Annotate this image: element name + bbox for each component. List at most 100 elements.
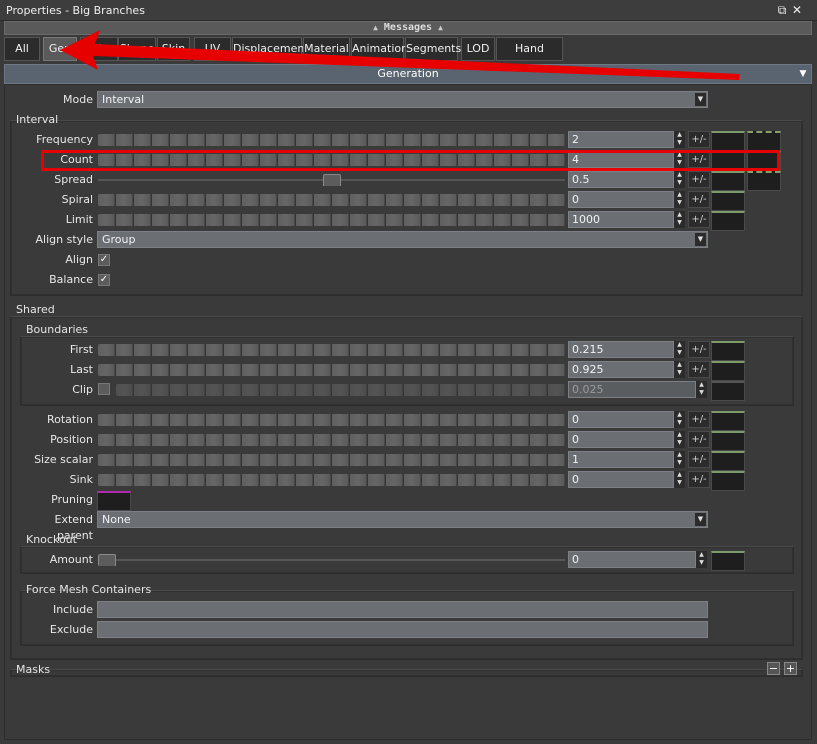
frequency-input[interactable]: 2 bbox=[568, 131, 674, 148]
position-input[interactable]: 0 bbox=[568, 431, 674, 448]
add-mask-button[interactable]: + bbox=[784, 662, 797, 675]
curve-swatch[interactable] bbox=[711, 551, 745, 571]
curve-swatch[interactable] bbox=[711, 471, 745, 491]
curve-swatch-dashed[interactable] bbox=[747, 131, 781, 151]
curve-swatch[interactable] bbox=[711, 341, 745, 361]
pruning-label: Pruning bbox=[51, 493, 93, 506]
chevron-down-icon: ▼ bbox=[695, 233, 706, 246]
tab-all[interactable]: All bbox=[4, 37, 40, 61]
spread-label: Spread bbox=[54, 173, 93, 186]
sink-slider[interactable] bbox=[98, 474, 565, 486]
curve-swatch[interactable] bbox=[711, 411, 745, 431]
plus-minus-button[interactable]: +/- bbox=[688, 361, 710, 378]
spin-arrows-icon[interactable]: ▲ ▼ bbox=[674, 341, 685, 358]
last-label: Last bbox=[70, 363, 93, 376]
curve-swatch[interactable] bbox=[711, 451, 745, 471]
plus-minus-button[interactable]: +/- bbox=[688, 411, 710, 428]
plus-minus-button[interactable]: +/- bbox=[688, 471, 710, 488]
curve-swatch[interactable] bbox=[711, 171, 745, 191]
spin-arrows-icon[interactable]: ▲ ▼ bbox=[674, 171, 685, 188]
slider-thumb[interactable] bbox=[98, 554, 116, 566]
spin-arrows-icon[interactable]: ▲ ▼ bbox=[674, 451, 685, 468]
include-field[interactable] bbox=[97, 601, 708, 618]
align-style-select[interactable]: Group ▼ bbox=[97, 231, 708, 248]
spin-arrows-icon[interactable]: ▲ ▼ bbox=[674, 411, 685, 428]
clip-checkbox[interactable] bbox=[98, 383, 110, 395]
spin-arrows-icon[interactable]: ▲ ▼ bbox=[696, 551, 707, 568]
spin-arrows-icon[interactable]: ▲ ▼ bbox=[696, 381, 707, 398]
frequency-slider[interactable] bbox=[98, 134, 565, 146]
spin-arrows-icon[interactable]: ▲ ▼ bbox=[674, 211, 685, 228]
plus-minus-button[interactable]: +/- bbox=[688, 431, 710, 448]
clip-slider[interactable] bbox=[116, 384, 565, 396]
sink-input[interactable]: 0 bbox=[568, 471, 674, 488]
exclude-field[interactable] bbox=[97, 621, 708, 638]
curve-swatch[interactable] bbox=[711, 131, 745, 151]
plus-minus-button[interactable]: +/- bbox=[688, 171, 710, 188]
align-label: Align bbox=[65, 253, 93, 266]
plus-minus-button[interactable]: +/- bbox=[688, 191, 710, 208]
size-scalar-input[interactable]: 1 bbox=[568, 451, 674, 468]
limit-input[interactable]: 1000 bbox=[568, 211, 674, 228]
amount-slider[interactable] bbox=[98, 554, 565, 566]
limit-slider[interactable] bbox=[98, 214, 565, 226]
spiral-slider[interactable] bbox=[98, 194, 565, 206]
first-input[interactable]: 0.215 bbox=[568, 341, 674, 358]
spread-slider[interactable] bbox=[98, 174, 565, 186]
spin-arrows-icon[interactable]: ▲ ▼ bbox=[674, 191, 685, 208]
curve-swatch[interactable] bbox=[711, 191, 745, 211]
curve-swatch[interactable] bbox=[711, 211, 745, 231]
curve-swatch[interactable] bbox=[711, 361, 745, 381]
force-mesh-title: Force Mesh Containers bbox=[26, 583, 152, 596]
plus-minus-button[interactable]: +/- bbox=[688, 341, 710, 358]
plus-minus-button[interactable]: +/- bbox=[688, 211, 710, 228]
include-label: Include bbox=[52, 603, 93, 616]
size-scalar-slider[interactable] bbox=[98, 454, 565, 466]
clip-input[interactable]: 0.025 bbox=[568, 381, 696, 398]
dropdown-arrow-icon[interactable]: ▼ bbox=[797, 67, 809, 81]
spread-input[interactable]: 0.5 bbox=[568, 171, 674, 188]
spin-arrows-icon[interactable]: ▲ ▼ bbox=[674, 431, 685, 448]
spiral-input[interactable]: 0 bbox=[568, 191, 674, 208]
masks-group bbox=[10, 669, 803, 677]
limit-label: Limit bbox=[65, 213, 93, 226]
rotation-slider[interactable] bbox=[98, 414, 565, 426]
exclude-label: Exclude bbox=[49, 623, 93, 636]
position-label: Position bbox=[50, 433, 93, 446]
chevron-down-icon: ▼ bbox=[695, 93, 706, 106]
curve-swatch-dashed[interactable] bbox=[747, 171, 781, 191]
align-checkbox[interactable]: ✓ bbox=[98, 254, 110, 266]
spin-arrows-icon[interactable]: ▲ ▼ bbox=[674, 131, 685, 148]
first-slider[interactable] bbox=[98, 344, 565, 356]
last-slider[interactable] bbox=[98, 364, 565, 376]
mode-select[interactable]: Interval ▼ bbox=[97, 91, 708, 108]
count-highlight-box bbox=[41, 150, 780, 171]
rotation-label: Rotation bbox=[46, 413, 93, 426]
knockout-title: Knockout bbox=[26, 533, 77, 546]
spin-arrows-icon[interactable]: ▲ ▼ bbox=[674, 471, 685, 488]
balance-checkbox[interactable]: ✓ bbox=[98, 274, 110, 286]
amount-input[interactable]: 0 bbox=[568, 551, 696, 568]
slider-thumb[interactable] bbox=[323, 174, 341, 186]
spin-arrows-icon[interactable]: ▲ ▼ bbox=[674, 361, 685, 378]
plus-minus-button[interactable]: +/- bbox=[688, 131, 710, 148]
curve-swatch-disabled[interactable] bbox=[711, 381, 745, 401]
float-window-icon[interactable]: ⧉ bbox=[775, 3, 789, 17]
size-scalar-label: Size scalar bbox=[34, 453, 93, 466]
rotation-input[interactable]: 0 bbox=[568, 411, 674, 428]
plus-minus-button[interactable]: +/- bbox=[688, 451, 710, 468]
close-icon[interactable]: ✕ bbox=[790, 3, 804, 17]
remove-mask-button[interactable]: − bbox=[767, 662, 780, 675]
mode-value: Interval bbox=[102, 93, 145, 106]
extend-parent-value: None bbox=[102, 513, 131, 526]
pruning-swatch[interactable] bbox=[97, 491, 131, 511]
masks-title: Masks bbox=[16, 663, 51, 676]
last-input[interactable]: 0.925 bbox=[568, 361, 674, 378]
interval-title: Interval bbox=[16, 113, 59, 126]
curve-swatch[interactable] bbox=[711, 431, 745, 451]
annotation-arrow bbox=[60, 30, 740, 80]
extend-parent-select[interactable]: None ▼ bbox=[97, 511, 708, 528]
amount-label: Amount bbox=[49, 553, 93, 566]
position-slider[interactable] bbox=[98, 434, 565, 446]
first-label: First bbox=[69, 343, 93, 356]
